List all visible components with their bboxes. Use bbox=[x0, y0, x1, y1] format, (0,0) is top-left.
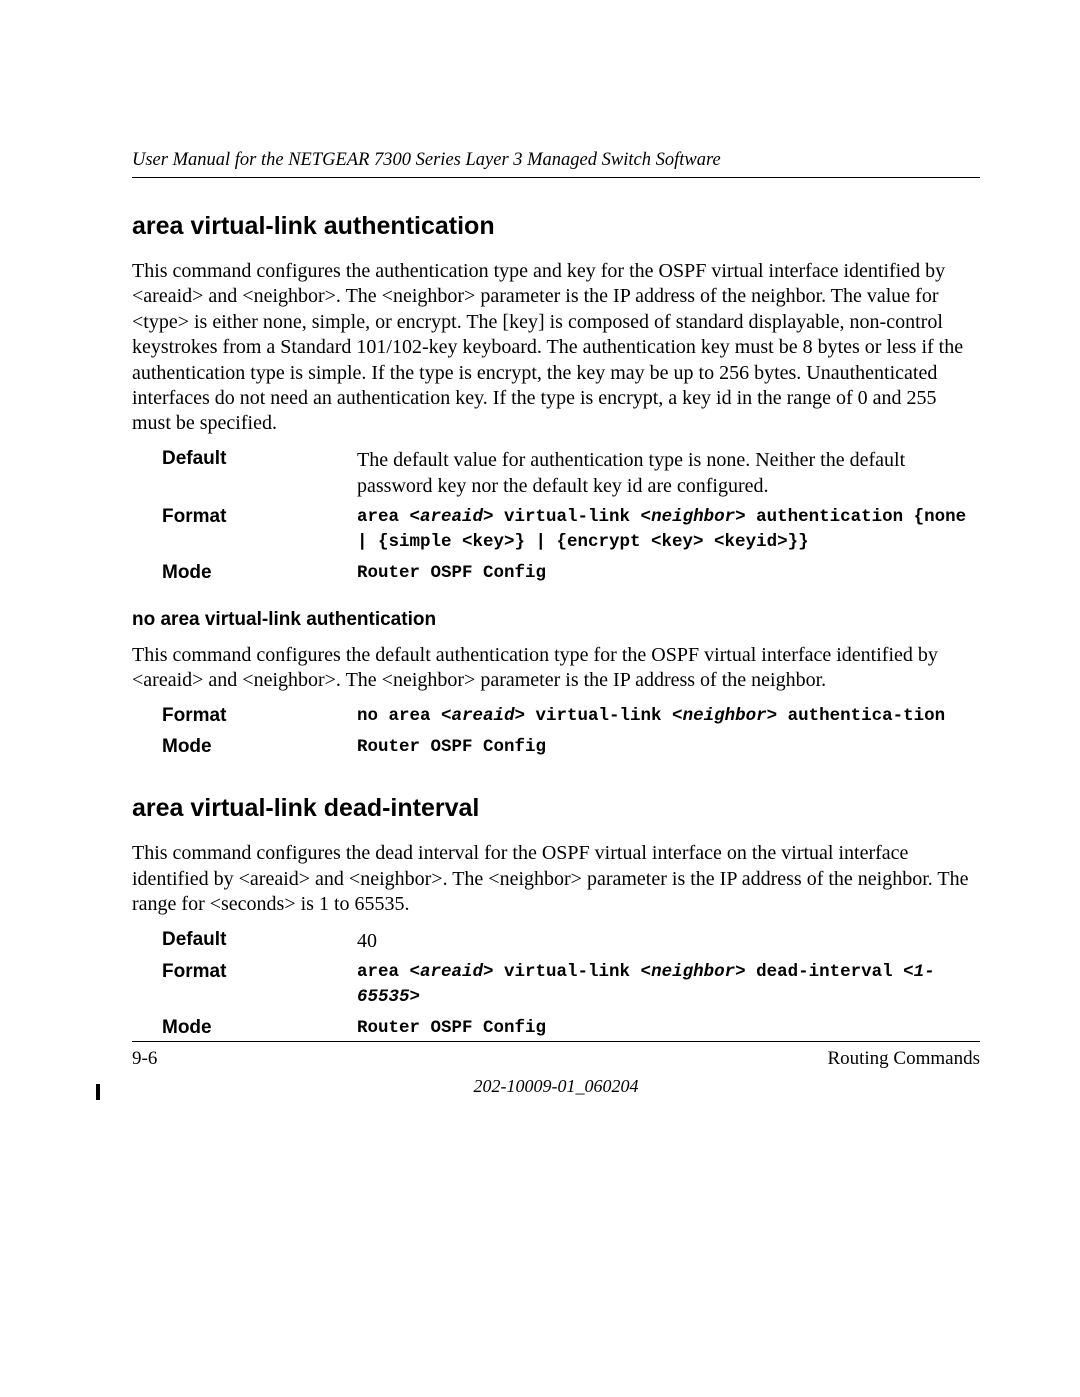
value-mode: Router OSPF Config bbox=[357, 561, 980, 586]
value-mode: Router OSPF Config bbox=[357, 735, 980, 760]
value-mode: Router OSPF Config bbox=[357, 1016, 980, 1041]
row-mode: Mode Router OSPF Config bbox=[162, 735, 980, 760]
format-segment: > virtual-link < bbox=[515, 706, 683, 726]
change-bar-icon bbox=[96, 1084, 100, 1100]
format-segment: no area < bbox=[357, 706, 452, 726]
row-format: Format no area <areaid> virtual-link <ne… bbox=[162, 704, 980, 729]
row-default: Default 40 bbox=[162, 928, 980, 954]
value-format: area <areaid> virtual-link <neighbor> de… bbox=[357, 960, 980, 1011]
format-areaid: areaid bbox=[420, 962, 483, 982]
section-heading-auth: area virtual-link authentication bbox=[132, 212, 980, 241]
format-neighbor: neighbor bbox=[651, 962, 735, 982]
section-heading-dead: area virtual-link dead-interval bbox=[132, 794, 980, 823]
row-format: Format area <areaid> virtual-link <neigh… bbox=[162, 505, 980, 556]
section-body-dead: This command configures the dead interva… bbox=[132, 841, 980, 917]
format-segment: > virtual-link < bbox=[483, 507, 651, 527]
footer-rule bbox=[132, 1041, 980, 1042]
label-format: Format bbox=[162, 704, 357, 729]
value-format: area <areaid> virtual-link <neighbor> au… bbox=[357, 505, 980, 556]
row-format: Format area <areaid> virtual-link <neigh… bbox=[162, 960, 980, 1011]
format-segment: area < bbox=[357, 962, 420, 982]
value-format: no area <areaid> virtual-link <neighbor>… bbox=[357, 704, 980, 729]
label-mode: Mode bbox=[162, 735, 357, 760]
sub-body-noauth: This command configures the default auth… bbox=[132, 643, 980, 694]
definition-table-noauth: Format no area <areaid> virtual-link <ne… bbox=[162, 704, 980, 761]
format-segment: > virtual-link < bbox=[483, 962, 651, 982]
definition-table-dead: Default 40 Format area <areaid> virtual-… bbox=[162, 928, 980, 1042]
value-default: The default value for authentication typ… bbox=[357, 447, 980, 499]
page-number: 9-6 bbox=[132, 1048, 157, 1070]
footer-docid: 202-10009-01_060204 bbox=[132, 1076, 980, 1097]
footer-section: Routing Commands bbox=[827, 1048, 980, 1070]
format-neighbor: neighbor bbox=[683, 706, 767, 726]
header-rule bbox=[132, 177, 980, 178]
definition-table-auth: Default The default value for authentica… bbox=[162, 447, 980, 587]
running-header: User Manual for the NETGEAR 7300 Series … bbox=[132, 150, 980, 171]
label-mode: Mode bbox=[162, 1016, 357, 1041]
label-default: Default bbox=[162, 928, 357, 954]
format-segment: > bbox=[410, 987, 421, 1007]
row-mode: Mode Router OSPF Config bbox=[162, 561, 980, 586]
format-segment: > authentica-tion bbox=[767, 706, 946, 726]
row-default: Default The default value for authentica… bbox=[162, 447, 980, 499]
label-format: Format bbox=[162, 960, 357, 1011]
format-areaid: areaid bbox=[452, 706, 515, 726]
format-areaid: areaid bbox=[420, 507, 483, 527]
row-mode: Mode Router OSPF Config bbox=[162, 1016, 980, 1041]
label-default: Default bbox=[162, 447, 357, 499]
sub-heading-noauth: no area virtual-link authentication bbox=[132, 609, 980, 631]
format-segment: > dead-interval < bbox=[735, 962, 914, 982]
label-mode: Mode bbox=[162, 561, 357, 586]
section-body-auth: This command configures the authenticati… bbox=[132, 259, 980, 437]
format-segment: area < bbox=[357, 507, 420, 527]
label-format: Format bbox=[162, 505, 357, 556]
footer-row: 9-6 Routing Commands bbox=[132, 1048, 980, 1070]
value-default: 40 bbox=[357, 928, 980, 954]
format-neighbor: neighbor bbox=[651, 507, 735, 527]
